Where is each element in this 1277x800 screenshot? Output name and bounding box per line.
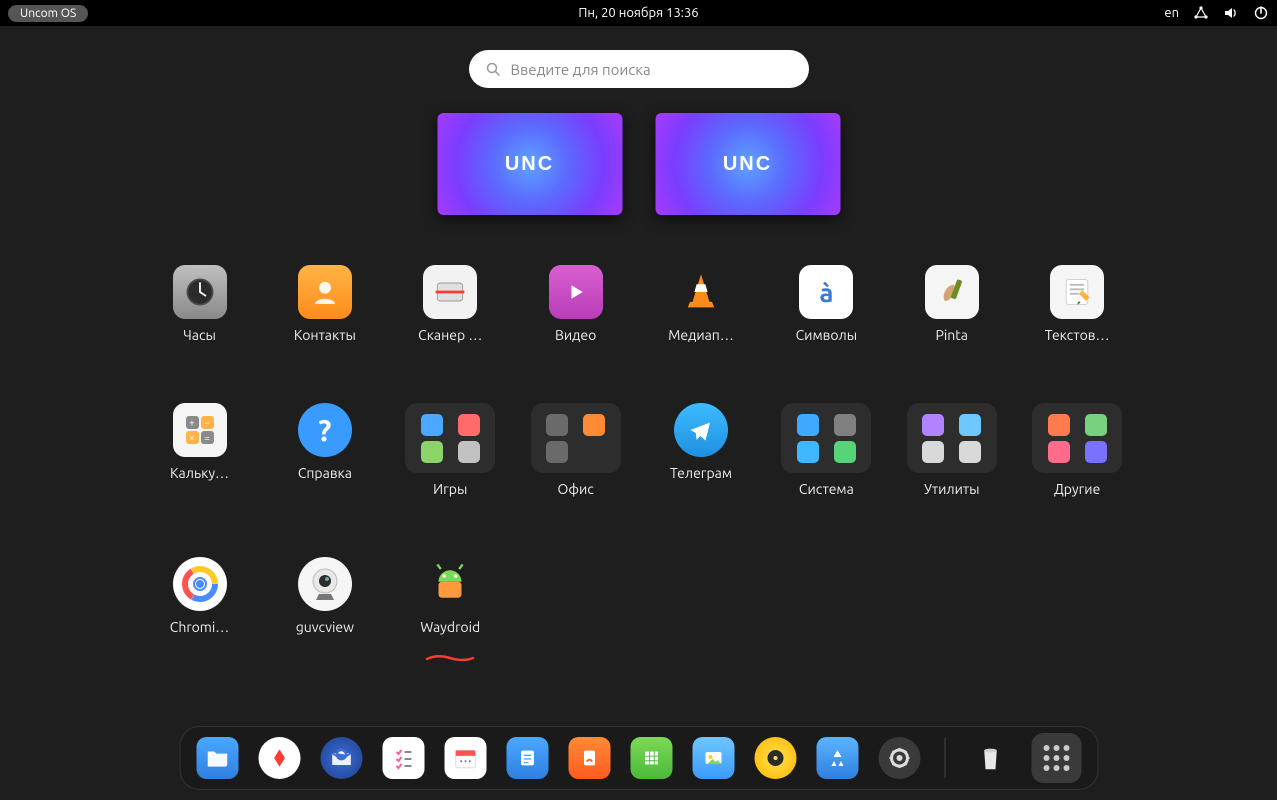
power-icon[interactable] bbox=[1253, 5, 1269, 21]
browser-icon[interactable] bbox=[258, 737, 300, 779]
app-contacts[interactable]: Контакты bbox=[262, 265, 387, 343]
search-input[interactable] bbox=[511, 61, 793, 78]
app-scanner[interactable]: Сканер … bbox=[388, 265, 513, 343]
app-label: Контакты bbox=[294, 327, 356, 343]
app-symbols[interactable]: à Символы bbox=[764, 265, 889, 343]
app-label: Медиап… bbox=[668, 327, 734, 343]
app-label: guvcview bbox=[296, 619, 354, 635]
app-folder-games[interactable]: Игры bbox=[388, 403, 513, 497]
app-label: Игры bbox=[433, 481, 467, 497]
trash-icon[interactable] bbox=[969, 737, 1011, 779]
app-label: Pinta bbox=[936, 327, 968, 343]
app-label: Утилиты bbox=[924, 481, 980, 497]
pinta-icon bbox=[925, 265, 979, 319]
app-guvcview[interactable]: guvcview bbox=[262, 557, 387, 653]
workspace-switcher: UNC UNC bbox=[437, 113, 840, 215]
app-telegram[interactable]: Телеграм bbox=[639, 403, 764, 497]
clock-label[interactable]: Пн, 20 ноября 13:36 bbox=[578, 6, 698, 20]
app-vlc[interactable]: Медиап… bbox=[639, 265, 764, 343]
app-label: Другие bbox=[1054, 481, 1100, 497]
app-waydroid[interactable]: Waydroid bbox=[388, 557, 513, 653]
calendar-icon[interactable] bbox=[444, 737, 486, 779]
spreadsheet-icon[interactable] bbox=[630, 737, 672, 779]
app-help[interactable]: ? Справка bbox=[262, 403, 387, 497]
app-label: Телеграм bbox=[670, 465, 732, 481]
folder-icon bbox=[531, 403, 621, 473]
textedit-icon bbox=[1050, 265, 1104, 319]
app-grid: Часы Контакты Сканер … Видео Медиап… à С… bbox=[137, 265, 1140, 653]
svg-text:=: = bbox=[204, 432, 210, 443]
svg-text:−: − bbox=[204, 417, 210, 428]
app-folder-utils[interactable]: Утилиты bbox=[889, 403, 1014, 497]
app-label: Часы bbox=[183, 327, 216, 343]
app-label: Текстов… bbox=[1045, 327, 1110, 343]
webcam-icon bbox=[298, 557, 352, 611]
vlc-icon bbox=[674, 265, 728, 319]
workspace-thumbnail-1[interactable]: UNC bbox=[437, 113, 622, 215]
top-bar: Uncom OS Пн, 20 ноября 13:36 en bbox=[0, 0, 1277, 26]
app-label: Видео bbox=[555, 327, 596, 343]
svg-text:+: + bbox=[189, 417, 195, 428]
app-label: Кальку… bbox=[170, 465, 229, 481]
volume-icon[interactable] bbox=[1223, 5, 1239, 21]
contacts-icon bbox=[298, 265, 352, 319]
activities-button[interactable]: Uncom OS bbox=[8, 5, 88, 22]
app-pinta[interactable]: Pinta bbox=[889, 265, 1014, 343]
app-folder-office[interactable]: Офис bbox=[513, 403, 638, 497]
folder-icon bbox=[781, 403, 871, 473]
show-applications-button[interactable] bbox=[1031, 733, 1081, 783]
app-label: Waydroid bbox=[420, 619, 480, 635]
network-icon[interactable] bbox=[1193, 5, 1209, 21]
todo-icon[interactable] bbox=[382, 737, 424, 779]
workspace-logo: UNC bbox=[723, 153, 772, 176]
app-label: Сканер … bbox=[418, 327, 482, 343]
scanner-icon bbox=[423, 265, 477, 319]
document-icon[interactable] bbox=[568, 737, 610, 779]
app-calculator[interactable]: +−× = Кальку… bbox=[137, 403, 262, 497]
app-folder-system[interactable]: Система bbox=[764, 403, 889, 497]
appstore-icon[interactable] bbox=[816, 737, 858, 779]
app-label: Офис bbox=[557, 481, 593, 497]
search-bar bbox=[469, 50, 809, 88]
app-label: Система bbox=[799, 481, 854, 497]
symbols-icon: à bbox=[799, 265, 853, 319]
folder-icon bbox=[405, 403, 495, 473]
search-icon bbox=[485, 61, 501, 77]
folder-icon bbox=[1032, 403, 1122, 473]
dock bbox=[179, 726, 1098, 790]
workspace-thumbnail-2[interactable]: UNC bbox=[655, 113, 840, 215]
video-icon bbox=[549, 265, 603, 319]
chromium-icon bbox=[173, 557, 227, 611]
svg-text:×: × bbox=[189, 432, 195, 443]
folder-icon bbox=[907, 403, 997, 473]
calculator-icon: +−× = bbox=[173, 403, 227, 457]
clock-icon bbox=[173, 265, 227, 319]
notes-icon[interactable] bbox=[506, 737, 548, 779]
music-icon[interactable] bbox=[754, 737, 796, 779]
app-label: Chromi… bbox=[170, 619, 230, 635]
keyboard-layout-indicator[interactable]: en bbox=[1164, 6, 1179, 20]
app-chromium[interactable]: Chromi… bbox=[137, 557, 262, 653]
dock-separator bbox=[944, 738, 945, 778]
telegram-icon bbox=[674, 403, 728, 457]
app-folder-other[interactable]: Другие bbox=[1015, 403, 1140, 497]
workspace-logo: UNC bbox=[505, 153, 554, 176]
app-textedit[interactable]: Текстов… bbox=[1015, 265, 1140, 343]
settings-icon[interactable] bbox=[878, 737, 920, 779]
running-indicator bbox=[425, 647, 475, 653]
files-icon[interactable] bbox=[196, 737, 238, 779]
mail-icon[interactable] bbox=[320, 737, 362, 779]
waydroid-icon bbox=[423, 557, 477, 611]
photos-icon[interactable] bbox=[692, 737, 734, 779]
apps-grid-icon bbox=[1043, 745, 1069, 771]
help-icon: ? bbox=[298, 403, 352, 457]
app-video[interactable]: Видео bbox=[513, 265, 638, 343]
app-clock[interactable]: Часы bbox=[137, 265, 262, 343]
app-label: Справка bbox=[298, 465, 352, 481]
app-label: Символы bbox=[796, 327, 858, 343]
